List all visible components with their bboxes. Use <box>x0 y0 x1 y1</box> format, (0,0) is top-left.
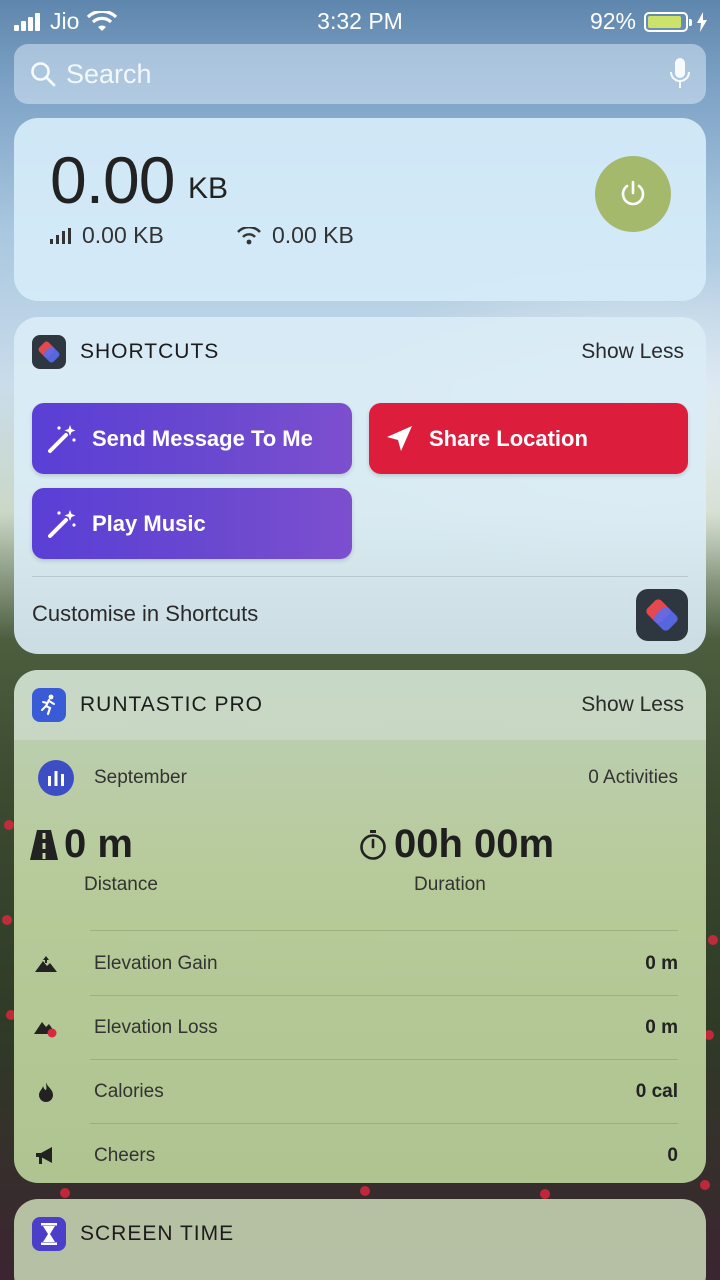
runtastic-app-icon <box>32 688 66 722</box>
runtastic-header: RUNTASTIC PRO Show Less <box>14 670 706 740</box>
wifi-small-icon <box>237 226 261 244</box>
stopwatch-icon <box>360 829 386 860</box>
duration-stat: 00h 00m <box>358 822 554 867</box>
distance-label: Distance <box>84 874 158 895</box>
row-label: Cheers <box>94 1145 156 1166</box>
duration-value: 00h 00m <box>394 822 555 866</box>
battery-percent: 92% <box>589 8 636 34</box>
duration-label: Duration <box>414 874 486 895</box>
road-icon <box>30 829 58 860</box>
shortcuts-header: SHORTCUTS Show Less <box>14 317 706 387</box>
shortcut-label: Send Message To Me <box>92 425 313 451</box>
location-arrow-icon <box>387 425 412 451</box>
shortcuts-title: SHORTCUTS <box>80 340 220 363</box>
distance-value: 0 m <box>64 822 133 866</box>
magic-wand-icon <box>48 424 76 453</box>
customise-in-shortcuts-link[interactable]: Customise in Shortcuts <box>32 601 258 627</box>
status-bar: Jio 3:32 PM 92% <box>0 0 720 42</box>
row-label: Calories <box>94 1081 164 1102</box>
shortcuts-logo-icon <box>38 341 60 363</box>
background-flower <box>540 1189 550 1199</box>
search-input[interactable]: Search <box>66 59 670 90</box>
total-data-unit: KB <box>188 172 229 205</box>
divider <box>90 930 678 931</box>
activities-count: 0 Activities <box>588 767 678 788</box>
elevation-gain-icon <box>34 956 58 972</box>
elevation-loss-row: Elevation Loss 0 m <box>34 996 678 1060</box>
month-label: September <box>94 767 187 788</box>
elevation-loss-icon <box>34 1018 58 1038</box>
runtastic-title: RUNTASTIC PRO <box>80 693 263 716</box>
share-location-shortcut-button[interactable]: Share Location <box>369 403 688 474</box>
charging-bolt-icon <box>697 11 707 32</box>
row-value: 0 cal <box>635 1081 678 1102</box>
play-music-shortcut-button[interactable]: Play Music <box>32 488 352 559</box>
screen-time-widget[interactable]: SCREEN TIME <box>14 1199 706 1280</box>
search-bar[interactable]: Search <box>14 44 706 104</box>
shortcut-label: Play Music <box>92 510 206 536</box>
microphone-icon[interactable] <box>670 57 690 91</box>
power-button[interactable] <box>595 156 671 232</box>
screen-time-header: SCREEN TIME <box>14 1199 706 1269</box>
row-label: Elevation Gain <box>94 953 218 974</box>
screen-time-title: SCREEN TIME <box>80 1222 235 1245</box>
wifi-usage: 0.00 KB <box>236 222 354 249</box>
distance-stat: 0 m <box>30 822 133 867</box>
background-flower <box>700 1180 710 1190</box>
battery-icon <box>644 11 692 32</box>
hourglass-icon <box>41 1223 57 1245</box>
calories-row: Calories 0 cal <box>34 1060 678 1124</box>
search-icon <box>31 62 56 87</box>
row-value: 0 m <box>645 953 678 974</box>
bar-chart-icon <box>38 760 74 796</box>
background-flower <box>2 915 12 925</box>
month-summary-row: September 0 Activities <box>38 760 678 796</box>
background-flower <box>4 820 14 830</box>
cellular-usage: 0.00 KB <box>50 222 164 249</box>
elevation-gain-row: Elevation Gain 0 m <box>34 932 678 996</box>
data-usage-widget[interactable]: 0.00 KB 0.00 KB 0.00 KB <box>14 118 706 301</box>
background-flower <box>360 1186 370 1196</box>
row-label: Elevation Loss <box>94 1017 218 1038</box>
row-value: 0 m <box>645 1017 678 1038</box>
shortcut-label: Share Location <box>429 425 588 451</box>
megaphone-icon <box>34 1147 58 1165</box>
runtastic-widget[interactable]: RUNTASTIC PRO Show Less September 0 Acti… <box>14 670 706 1183</box>
cellular-bars-icon <box>50 227 71 244</box>
magic-wand-icon <box>48 509 76 538</box>
divider <box>32 576 688 577</box>
wifi-usage-value: 0.00 KB <box>272 222 354 248</box>
shortcuts-app-icon <box>32 335 66 369</box>
background-flower <box>60 1188 70 1198</box>
power-icon <box>621 180 645 206</box>
total-data-value: 0.00 <box>50 143 175 217</box>
runner-icon <box>41 694 55 716</box>
status-right: 92% <box>590 8 708 35</box>
shortcuts-app-button[interactable] <box>636 589 688 641</box>
shortcuts-logo-icon <box>646 599 678 631</box>
row-value: 0 <box>667 1145 678 1166</box>
screen-time-app-icon <box>32 1217 66 1251</box>
cheers-row: Cheers 0 <box>34 1124 678 1183</box>
shortcuts-widget: SHORTCUTS Show Less Send Message To Me S… <box>14 317 706 654</box>
flame-icon <box>34 1082 58 1102</box>
background-flower <box>708 935 718 945</box>
runtastic-show-less-button[interactable]: Show Less <box>581 693 684 717</box>
cellular-usage-value: 0.00 KB <box>82 222 164 248</box>
send-message-shortcut-button[interactable]: Send Message To Me <box>32 403 352 474</box>
shortcuts-show-less-button[interactable]: Show Less <box>581 340 684 364</box>
battery-level <box>648 15 682 28</box>
